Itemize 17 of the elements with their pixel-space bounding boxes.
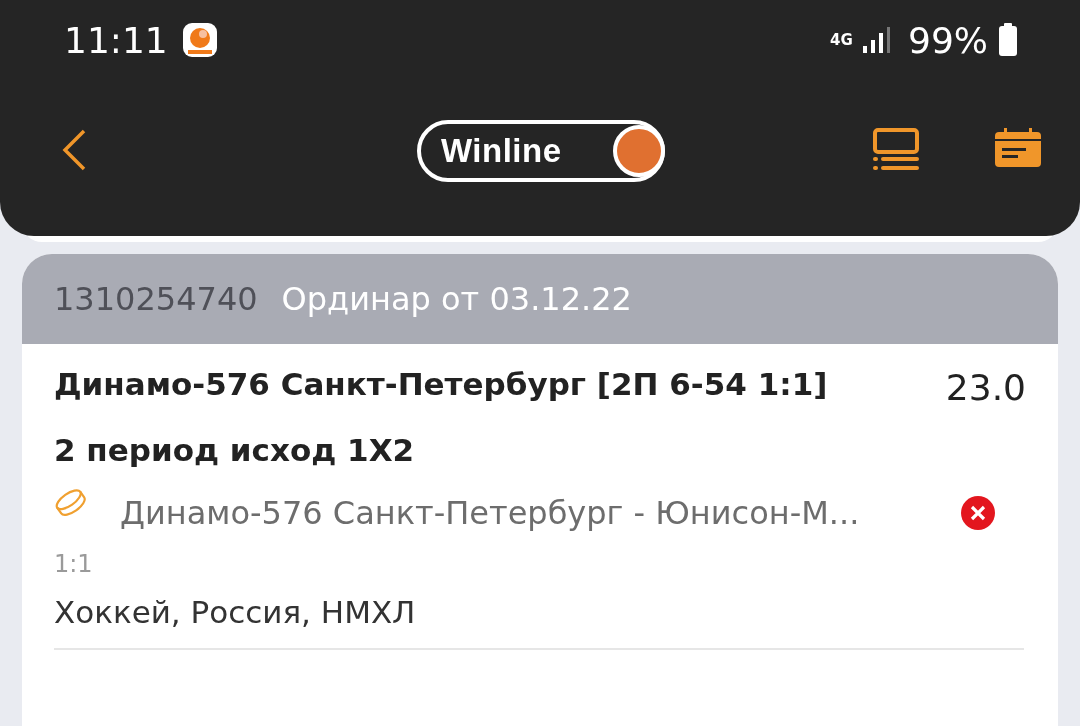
status-time: 11:11	[64, 19, 168, 61]
network-type: 4G	[830, 32, 852, 48]
odds-value: 23.0	[945, 366, 1026, 410]
app-notification-icon	[181, 22, 218, 58]
score-text: 1:1	[54, 550, 94, 578]
selection-title: Динамо-576 Санкт-Петербург [2П 6-54 1:1]	[54, 365, 828, 404]
market-name: 2 период исход 1X2	[54, 431, 416, 470]
puck-icon	[54, 488, 88, 518]
battery-icon	[998, 23, 1018, 57]
bet-number: 1310254740	[54, 280, 258, 318]
league-text: Хоккей, Россия, НМХЛ	[54, 594, 417, 630]
bet-type: Ординар от 03.12.22	[281, 280, 632, 318]
event-name: Динамо-576 Санкт-Петербург - Юнисон-М...	[120, 494, 861, 532]
list-view-button[interactable]	[872, 128, 920, 172]
battery-level: 99%	[908, 19, 988, 61]
signal-icon	[862, 26, 892, 54]
winline-logo: Winline	[417, 120, 665, 182]
